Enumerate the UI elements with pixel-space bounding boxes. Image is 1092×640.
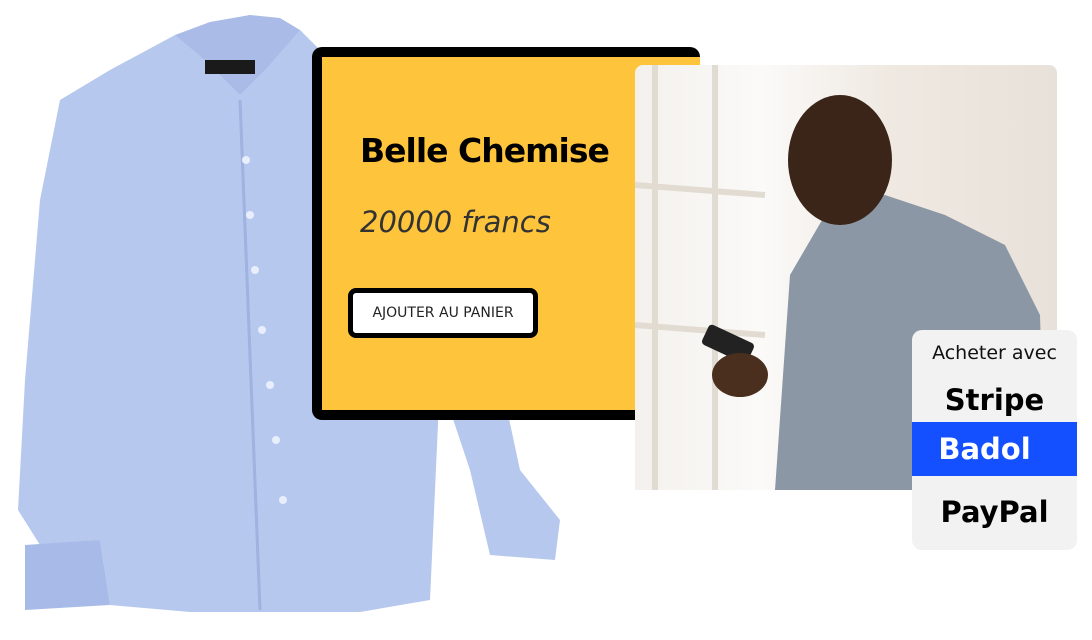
product-title: Belle Chemise [360, 131, 610, 170]
payment-option-badol[interactable]: Badol [912, 422, 1077, 476]
payment-method-panel: Acheter avec Stripe Badol PayPal [912, 330, 1077, 550]
payment-label: Acheter avec [932, 342, 1057, 364]
payment-option-paypal[interactable]: PayPal [912, 485, 1077, 539]
add-to-cart-button[interactable]: AJOUTER AU PANIER [348, 288, 538, 338]
product-price: 20000 francs [360, 205, 551, 239]
payment-option-stripe[interactable]: Stripe [912, 373, 1077, 427]
